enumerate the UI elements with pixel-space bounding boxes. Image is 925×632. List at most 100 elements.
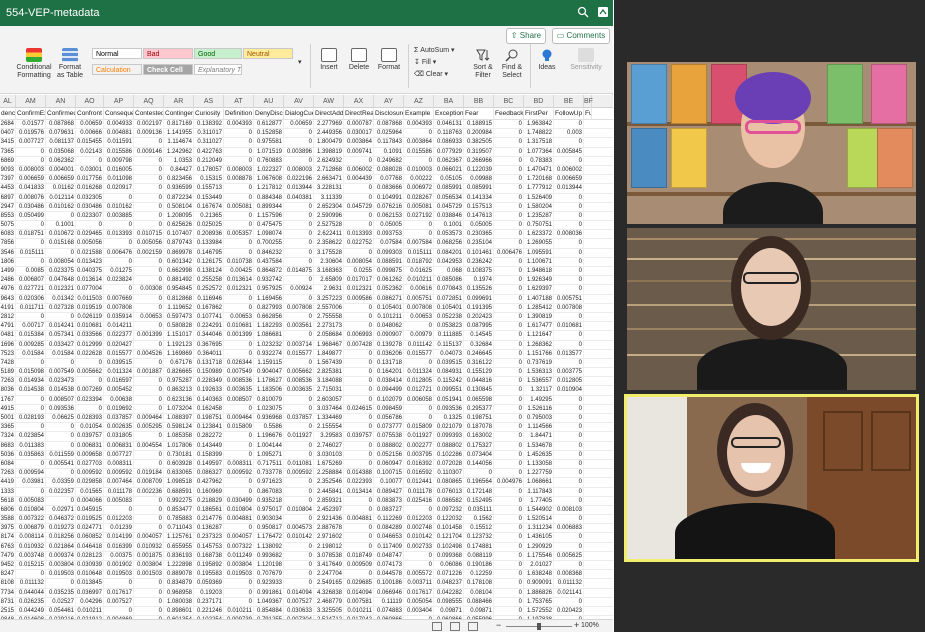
table-cell[interactable]: 0.827993 [254,303,284,313]
table-cell[interactable]: 0.009464 [224,414,254,423]
table-cell[interactable]: 0 [494,606,524,616]
table-cell[interactable]: 0.015577 [404,349,434,359]
table-cell[interactable]: 0.00717 [16,322,46,332]
table-cell[interactable]: 0 [134,496,164,506]
table-cell[interactable]: 0.131718 [374,358,404,368]
style-normal[interactable]: Normal [92,48,142,59]
table-cell[interactable]: 0.008036 [554,230,584,240]
table-cell[interactable]: 1.777912 [524,184,554,194]
table-cell[interactable]: 0.039757 [344,432,374,442]
table-cell[interactable]: 0.138124 [194,267,224,276]
table-cell[interactable]: 0.028123 [76,551,104,561]
table-cell[interactable]: 0 [16,156,46,166]
table-cell[interactable]: 0 [554,395,584,405]
table-cell[interactable]: 0.006972 [404,184,434,194]
table-cell[interactable]: 9093 [0,165,16,175]
table-cell[interactable]: 1.098518 [164,478,194,488]
table-cell[interactable]: 0.011927 [284,432,314,442]
table-cell[interactable]: 0 [554,441,584,451]
table-cell[interactable]: 0 [134,432,164,442]
table-cell[interactable]: 0 [344,423,374,433]
table-cell[interactable]: 0.005751 [554,294,584,304]
table-cell[interactable]: 0 [284,239,314,249]
table-cell[interactable]: 0.021079 [434,423,464,433]
table-cell[interactable]: 0.84427 [164,165,194,175]
table-cell[interactable]: 0.899344 [254,202,284,212]
table-cell[interactable]: 0.072851 [434,294,464,304]
table-cell[interactable]: 0.008311 [224,459,254,469]
table-cell[interactable]: 0.003864 [404,138,434,148]
table-cell[interactable]: 0.09871 [434,606,464,616]
table-cell[interactable]: 0 [46,423,76,433]
header-cell[interactable]: DenyDisclo [254,108,284,120]
table-cell[interactable]: 0.122032 [434,515,464,525]
table-cell[interactable]: 0.039757 [76,432,104,442]
table-cell[interactable]: 0.011559 [46,450,76,460]
table-cell[interactable]: 0 [494,441,524,451]
table-cell[interactable]: 0.00924 [284,285,314,295]
table-cell[interactable]: 0.003804 [46,561,76,570]
table-cell[interactable]: 0.024615 [344,404,374,414]
table-cell[interactable]: 0 [344,386,374,396]
table-cell[interactable]: 1.098074 [254,230,284,240]
table-cell[interactable]: 0.167674 [194,202,224,212]
table-cell[interactable]: 0 [494,129,524,139]
table-cell[interactable]: 0.076216 [374,202,404,212]
table-cell[interactable]: 0.004393 [224,120,254,129]
table-cell[interactable]: 0.112269 [374,515,404,525]
table-cell[interactable]: 2.277969 [314,120,344,129]
table-cell[interactable]: 0 [134,156,164,166]
column-header[interactable]: BC [494,95,524,108]
table-cell[interactable]: 0.015577 [104,349,134,359]
table-cell[interactable]: 0.1562 [464,515,494,525]
table-cell[interactable]: 6084 [0,459,16,469]
table-cell[interactable]: 0.007322 [224,542,254,552]
table-cell[interactable]: 0.174881 [464,542,494,552]
table-cell[interactable]: 0.022752 [344,239,374,249]
table-cell[interactable]: 1.080038 [164,597,194,607]
table-cell[interactable]: 0.009136 [134,129,164,139]
table-cell[interactable]: 0.014094 [284,588,314,598]
header-cell[interactable]: Fut [584,108,592,120]
table-cell[interactable]: 0.152495 [464,496,494,506]
table-cell[interactable]: 0 [104,193,134,203]
table-cell[interactable]: 0.023375 [46,267,76,276]
table-cell[interactable]: 1.125761 [164,533,194,543]
table-cell[interactable]: 8247 [0,570,16,580]
table-cell[interactable]: 0.02971 [46,505,76,515]
table-cell[interactable]: 0.932742 [254,276,284,286]
table-cell[interactable]: 0.032305 [76,193,104,203]
table-cell[interactable]: 0 [404,551,434,561]
table-cell[interactable]: 0.014538 [46,386,76,396]
table-cell[interactable]: 0.0085 [16,267,46,276]
table-cell[interactable]: 0.06625 [46,414,76,423]
table-cell[interactable]: 0.053823 [434,322,464,332]
table-cell[interactable]: 0.044578 [374,570,404,580]
table-cell[interactable]: 0 [134,515,164,525]
table-cell[interactable]: 0.011178 [404,487,434,497]
table-cell[interactable]: 2.65809 [314,276,344,286]
table-cell[interactable]: 7428 [0,358,16,368]
table-cell[interactable]: 0481 [0,331,16,341]
table-cell[interactable]: 0.854884 [254,606,284,616]
table-cell[interactable]: 0.009658 [76,450,104,460]
table-cell[interactable]: 0 [494,542,524,552]
table-cell[interactable]: 0.066946 [374,588,404,598]
column-header[interactable]: AT [224,95,254,108]
table-cell[interactable]: 0 [404,221,434,231]
table-cell[interactable]: 0.006002 [344,165,374,175]
table-cell[interactable]: 0.00666 [76,129,104,139]
table-cell[interactable]: 0.041833 [16,184,46,194]
table-cell[interactable]: 1.068661 [524,478,554,488]
table-cell[interactable]: 2.468779 [314,597,344,607]
table-cell[interactable]: 0.007464 [104,478,134,488]
table-cell[interactable]: 0.009285 [16,340,46,350]
table-cell[interactable]: 0.150989 [194,368,224,378]
video-tile-participant-2[interactable] [627,228,916,390]
table-cell[interactable]: 0.010804 [224,505,254,515]
table-cell[interactable]: 0.005845 [554,147,584,157]
table-cell[interactable]: 0 [46,358,76,368]
table-cell[interactable]: 0.008103 [554,505,584,515]
table-cell[interactable]: 0.026344 [224,358,254,368]
table-cell[interactable]: 0.030939 [76,561,104,570]
